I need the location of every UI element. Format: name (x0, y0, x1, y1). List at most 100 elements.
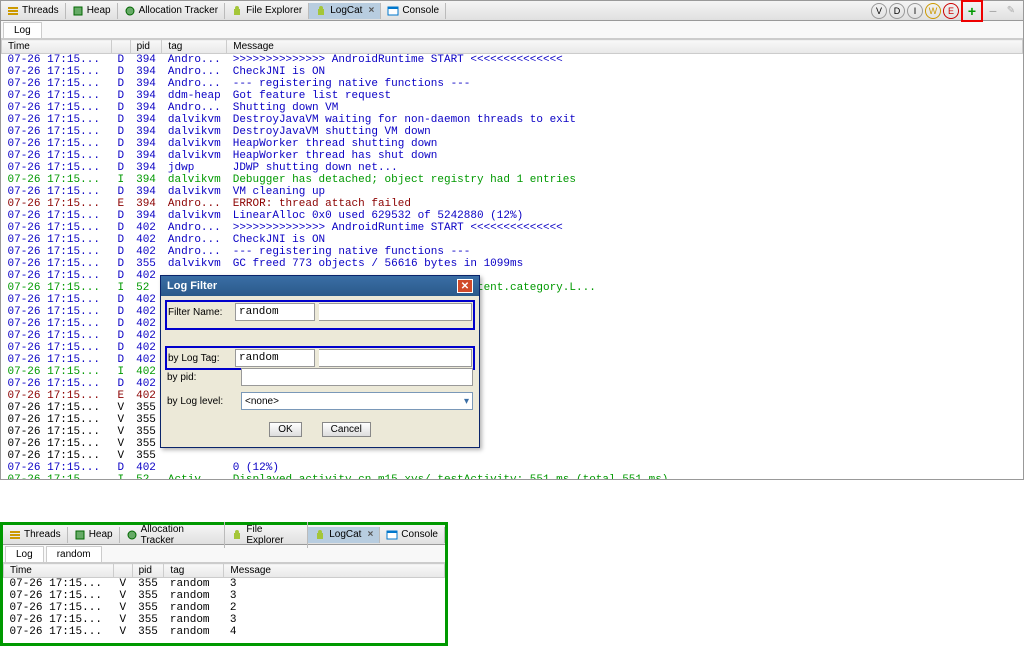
col-time[interactable]: Time (2, 40, 112, 54)
log-row[interactable]: 07-26 17:15...D394dalvikvmDestroyJavaVM … (2, 114, 1023, 126)
col-pid-2[interactable]: pid (132, 564, 164, 578)
log-area: Time pid tag Message 07-26 17:15...D394A… (1, 39, 1023, 479)
log-row[interactable]: 07-26 17:15...D402 threads to exit (2, 306, 1023, 318)
log-row[interactable]: 07-26 17:15...D394Andro...Shutting down … (2, 102, 1023, 114)
android-icon (231, 5, 243, 17)
add-filter-icon[interactable]: + (964, 3, 980, 19)
close-icon[interactable]: × (368, 5, 374, 16)
log-row[interactable]: 07-26 17:15...V355random3 (4, 614, 445, 626)
level-i-icon[interactable]: I (907, 3, 923, 19)
ok-button[interactable]: OK (269, 422, 301, 437)
by-log-tag-input-ext[interactable] (319, 349, 472, 367)
log-row[interactable]: 07-26 17:15...V355 (2, 402, 1023, 414)
log-row[interactable]: 07-26 17:15...D394dalvikvmHeapWorker thr… (2, 138, 1023, 150)
heap-icon (72, 5, 84, 17)
log-row[interactable]: 07-26 17:15...D394Andro...CheckJNI is ON (2, 66, 1023, 78)
console-icon (386, 529, 398, 541)
by-pid-label: by pid: (167, 372, 237, 383)
by-log-tag-label: by Log Tag: (168, 353, 231, 364)
tab-file-explorer[interactable]: File Explorer (225, 3, 309, 19)
cancel-button[interactable]: Cancel (322, 422, 371, 437)
log-row[interactable]: 07-26 17:15...I52 id.intent.action.MAIN … (2, 282, 1023, 294)
col-message-2[interactable]: Message (224, 564, 445, 578)
log-row[interactable]: 07-26 17:15...D402 (2, 270, 1023, 282)
log-row[interactable]: 07-26 17:15...D402Andro...>>>>>>>>>>>>>>… (2, 222, 1023, 234)
log-row[interactable]: 07-26 17:15...V355random3 (4, 578, 445, 591)
log-tab[interactable]: Log (3, 22, 42, 38)
tab-allocation-tracker[interactable]: Allocation Tracker (120, 522, 226, 548)
log-row[interactable]: 07-26 17:15...D394Andro...--- registerin… (2, 78, 1023, 90)
log-row[interactable]: 07-26 17:15...E402 (2, 390, 1023, 402)
log-row[interactable]: 07-26 17:15...V355 (2, 414, 1023, 426)
filter-name-input-ext[interactable] (319, 303, 472, 321)
dialog-titlebar[interactable]: Log Filter ✕ (161, 276, 479, 296)
log-row[interactable]: 07-26 17:15...D394jdwpJDWP shutting down… (2, 162, 1023, 174)
col-level[interactable] (112, 40, 131, 54)
tab-console[interactable]: Console (380, 527, 445, 543)
log-row[interactable]: 07-26 17:15...V355 (2, 426, 1023, 438)
log-row[interactable]: 07-26 17:15...V355random2 (4, 602, 445, 614)
level-e-icon[interactable]: E (943, 3, 959, 19)
level-w-icon[interactable]: W (925, 3, 941, 19)
col-tag[interactable]: tag (162, 40, 227, 54)
log-row[interactable]: 07-26 17:15...V355 (2, 450, 1023, 462)
level-d-icon[interactable]: D (889, 3, 905, 19)
edit-filter-icon[interactable]: ✎ (1003, 3, 1019, 19)
log-row[interactable]: 07-26 17:15...D402 (2, 354, 1023, 366)
tab-logcat[interactable]: LogCat× (308, 527, 380, 543)
log-row[interactable]: 07-26 17:15...D394dalvikvmVM cleaning up (2, 186, 1023, 198)
log-row[interactable]: 07-26 17:15...E394Andro...ERROR: thread … (2, 198, 1023, 210)
log-row[interactable]: 07-26 17:15...D402 (2, 330, 1023, 342)
col-tag-2[interactable]: tag (164, 564, 224, 578)
log-row[interactable]: 07-26 17:15...D402Andro...--- registerin… (2, 246, 1023, 258)
col-pid[interactable]: pid (130, 40, 162, 54)
log-row[interactable]: 07-26 17:15...V355 (2, 438, 1023, 450)
tab-allocation-tracker[interactable]: Allocation Tracker (118, 3, 225, 19)
log-tag-highlight: by Log Tag: (165, 346, 475, 370)
by-log-level-label: by Log level: (167, 396, 237, 407)
filter-name-highlight: Filter Name: (165, 300, 475, 330)
close-icon[interactable]: × (367, 529, 373, 540)
log-row[interactable]: 07-26 17:15...V355random4 (4, 626, 445, 638)
log-row[interactable]: 07-26 17:15...D355dalvikvmGC freed 773 o… (2, 258, 1023, 270)
tab-heap[interactable]: Heap (68, 527, 120, 543)
log-row[interactable]: 07-26 17:15...D402 (2, 294, 1023, 306)
random-tab[interactable]: random (46, 546, 102, 562)
level-v-icon[interactable]: V (871, 3, 887, 19)
tab-logcat[interactable]: LogCat× (309, 3, 381, 19)
by-log-level-select[interactable]: <none> ▾ (241, 392, 473, 410)
log-row[interactable]: 07-26 17:15...D394Andro...>>>>>>>>>>>>>>… (2, 54, 1023, 67)
tab-threads[interactable]: Threads (1, 3, 66, 19)
log-row[interactable]: 07-26 17:15...D402 (2, 318, 1023, 330)
tab-console[interactable]: Console (381, 3, 446, 19)
tab-threads[interactable]: Threads (3, 527, 68, 543)
android-icon (314, 529, 326, 541)
console-icon (387, 5, 399, 17)
by-pid-input[interactable] (241, 368, 473, 386)
filtered-logcat-panel: ThreadsHeapAllocation TrackerFile Explor… (0, 522, 448, 646)
col-level-2[interactable] (114, 564, 133, 578)
by-log-tag-input[interactable] (235, 349, 315, 367)
tab-heap[interactable]: Heap (66, 3, 118, 19)
dialog-title-text: Log Filter (167, 280, 217, 292)
log-row[interactable]: 07-26 17:15...I402 y had 1 entries (2, 366, 1023, 378)
log-row[interactable]: 07-26 17:15...I394dalvikvmDebugger has d… (2, 174, 1023, 186)
log-tab-2[interactable]: Log (5, 546, 44, 562)
log-row[interactable]: 07-26 17:15...D394dalvikvmDestroyJavaVM … (2, 126, 1023, 138)
col-time-2[interactable]: Time (4, 564, 114, 578)
tab-file-explorer[interactable]: File Explorer (225, 522, 308, 548)
log-row[interactable]: 07-26 17:15...D402Andro...CheckJNI is ON (2, 234, 1023, 246)
log-row[interactable]: 07-26 17:15...D394ddm-heapGot feature li… (2, 90, 1023, 102)
log-table: Time pid tag Message 07-26 17:15...D394A… (1, 39, 1023, 479)
col-message[interactable]: Message (227, 40, 1023, 54)
remove-filter-icon[interactable]: − (985, 3, 1001, 19)
log-row[interactable]: 07-26 17:15...I52Activ...Displayed activ… (2, 474, 1023, 479)
log-row[interactable]: 07-26 17:15...V355random3 (4, 590, 445, 602)
log-row[interactable]: 07-26 17:15...D402 (2, 378, 1023, 390)
log-row[interactable]: 07-26 17:15...D394dalvikvmLinearAlloc 0x… (2, 210, 1023, 222)
filter-name-input[interactable] (235, 303, 315, 321)
close-icon[interactable]: ✕ (457, 279, 473, 293)
log-row[interactable]: 07-26 17:15...D394dalvikvmHeapWorker thr… (2, 150, 1023, 162)
log-row[interactable]: 07-26 17:15...D402 (2, 342, 1023, 354)
log-row[interactable]: 07-26 17:15...D402 0 (12%) (2, 462, 1023, 474)
